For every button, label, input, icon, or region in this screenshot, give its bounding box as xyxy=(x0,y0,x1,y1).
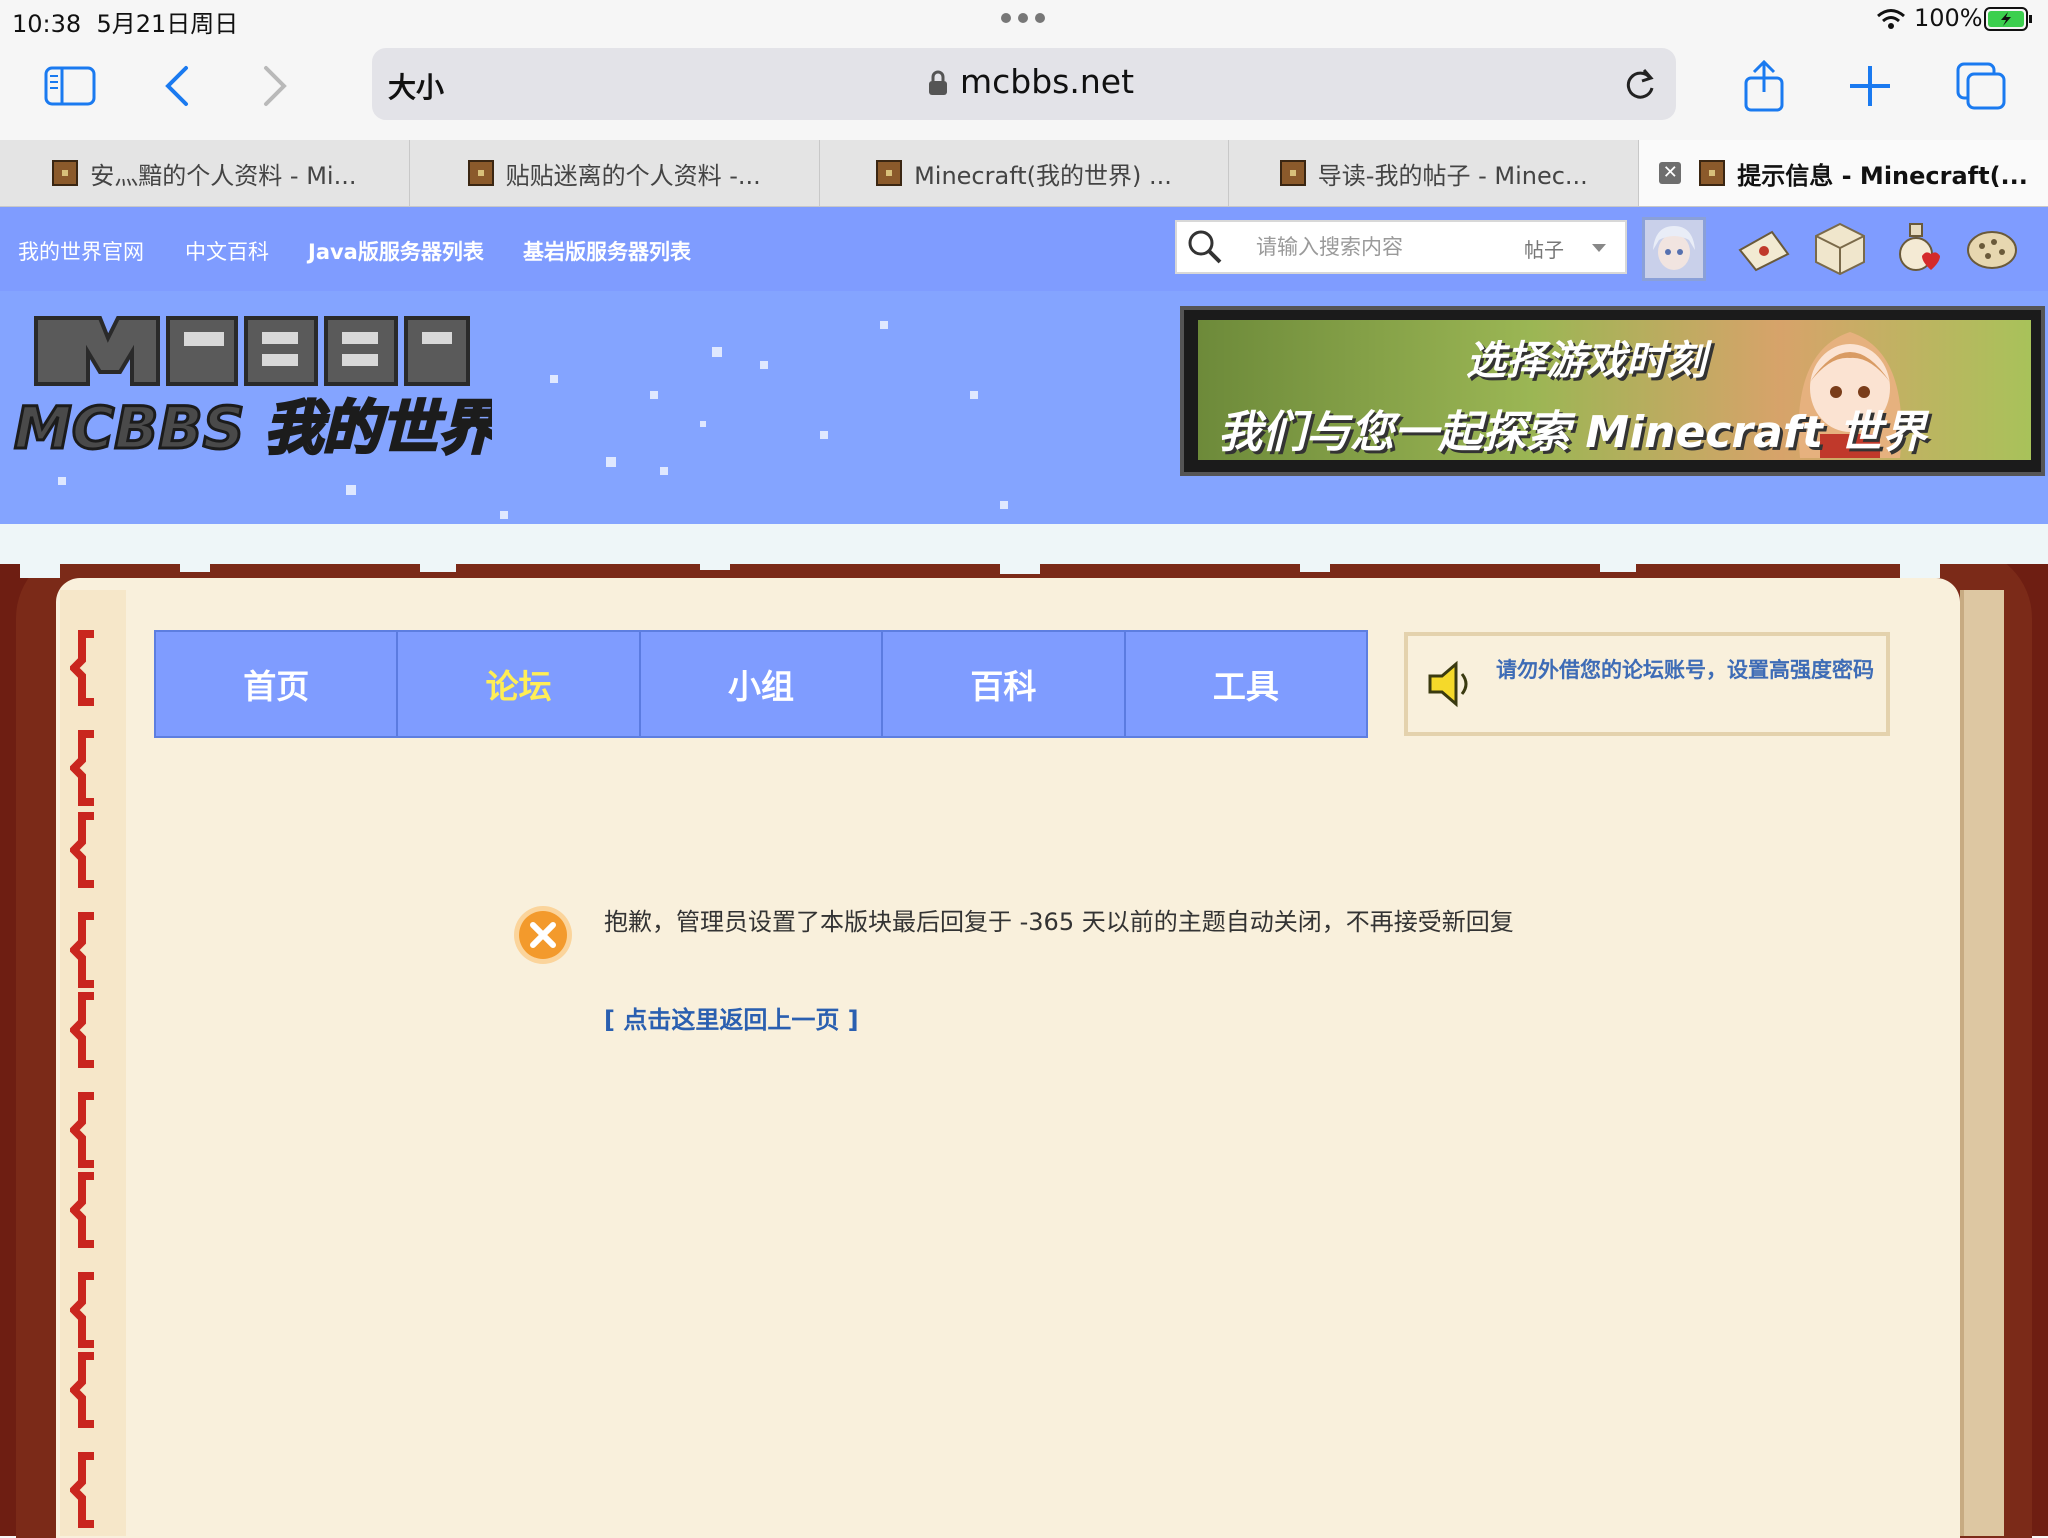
share-icon[interactable] xyxy=(1736,58,1792,114)
chest-icon xyxy=(1279,160,1306,186)
binding-ring-icon xyxy=(70,912,98,988)
message-letter-icon[interactable] xyxy=(1736,220,1792,276)
forward-icon[interactable] xyxy=(246,58,302,114)
paper-page-edge xyxy=(1960,590,2004,1536)
chest-icon xyxy=(52,160,79,186)
reload-icon[interactable] xyxy=(1622,64,1658,104)
tab-overview-icon[interactable] xyxy=(1954,58,2010,114)
nav-tools[interactable]: 工具 xyxy=(1126,632,1366,736)
binding-ring-icon xyxy=(70,812,98,888)
tab-5-active[interactable]: ✕ 提示信息 - Minecraft(... xyxy=(1639,140,2048,206)
search-icon[interactable] xyxy=(1186,228,1224,266)
nav-home[interactable]: 首页 xyxy=(156,632,399,736)
link-bedrock-servers[interactable]: 基岩版服务器列表 xyxy=(523,236,691,266)
tab-1[interactable]: 安灬黯的个人资料 - Mi... xyxy=(0,140,410,206)
binding-ring-icon xyxy=(70,1452,98,1528)
mcbbs-logo[interactable]: MCBBS 我的世界中文论坛 xyxy=(8,308,492,470)
tab-strip: 安灬黯的个人资料 - Mi... 贴贴迷离的个人资料 -... Minecraf… xyxy=(0,140,2048,207)
battery-icon xyxy=(1984,6,2034,32)
tab-2[interactable]: 贴贴迷离的个人资料 -... xyxy=(410,140,820,206)
speaker-icon xyxy=(1426,660,1474,708)
binding-ring-icon xyxy=(70,1352,98,1428)
close-tab-icon[interactable]: ✕ xyxy=(1659,162,1682,184)
link-minecraft-official[interactable]: 我的世界官网 xyxy=(18,236,144,266)
main-nav: 首页 论坛 小组 百科 工具 xyxy=(154,630,1368,738)
binding-ring-icon xyxy=(70,1172,98,1248)
back-link[interactable]: [ 点击这里返回上一页 ] xyxy=(604,1000,859,1035)
avatar[interactable] xyxy=(1642,217,1706,281)
promo-subline: 我们与您一起探索 Minecraft 世界 xyxy=(1218,407,1927,458)
url-text[interactable]: mcbbs.net xyxy=(960,62,1134,101)
binding-ring-icon xyxy=(70,1272,98,1348)
search-input[interactable] xyxy=(1240,226,1510,268)
nav-groups[interactable]: 小组 xyxy=(641,632,884,736)
palette-cookie-icon[interactable] xyxy=(1964,220,2020,276)
notification-block-icon[interactable] xyxy=(1812,220,1868,276)
chevron-down-icon[interactable] xyxy=(1592,244,1606,252)
tab-3[interactable]: Minecraft(我的世界) ... xyxy=(820,140,1230,206)
nav-forum[interactable]: 论坛 xyxy=(398,632,641,736)
chest-icon xyxy=(876,160,903,186)
binding-ring-icon xyxy=(70,630,98,706)
announcement-box xyxy=(1404,632,1890,736)
battery-percentage: 100% xyxy=(1914,4,1983,32)
error-message: 抱歉，管理员设置了本版块最后回复于 -365 天以前的主题自动关闭，不再接受新回… xyxy=(604,908,1514,936)
wifi-icon xyxy=(1876,8,1906,30)
nav-wiki[interactable]: 百科 xyxy=(883,632,1126,736)
error-icon xyxy=(512,904,574,966)
back-icon[interactable] xyxy=(150,58,206,114)
binding-ring-icon xyxy=(70,1092,98,1168)
potion-heart-icon[interactable] xyxy=(1888,220,1944,276)
announcement-text[interactable]: 请勿外借您的论坛账号，设置高强度密码 xyxy=(1496,656,1876,684)
chest-icon xyxy=(1699,160,1726,186)
sidebar-icon[interactable] xyxy=(42,58,98,114)
search-type-select[interactable]: 帖子 xyxy=(1524,234,1564,263)
binding-ring-icon xyxy=(70,730,98,806)
chest-icon xyxy=(467,160,494,186)
snow-edge xyxy=(0,524,2048,578)
lock-icon xyxy=(928,70,948,96)
multitask-dots-icon[interactable] xyxy=(1000,12,1046,24)
binding-ring-icon xyxy=(70,992,98,1068)
new-tab-icon[interactable] xyxy=(1842,58,1898,114)
tab-4[interactable]: 导读-我的帖子 - Minec... xyxy=(1229,140,1640,206)
link-wiki[interactable]: 中文百科 xyxy=(185,236,269,266)
text-size-button[interactable]: 大小 xyxy=(388,66,444,106)
promo-headline: 选择游戏时刻 xyxy=(1466,338,1706,384)
link-java-servers[interactable]: Java版服务器列表 xyxy=(308,236,484,266)
logo-text: MCBBS 我的世界中文论坛 xyxy=(14,394,492,462)
status-time: 10:38 5月21日周日 xyxy=(12,10,239,38)
